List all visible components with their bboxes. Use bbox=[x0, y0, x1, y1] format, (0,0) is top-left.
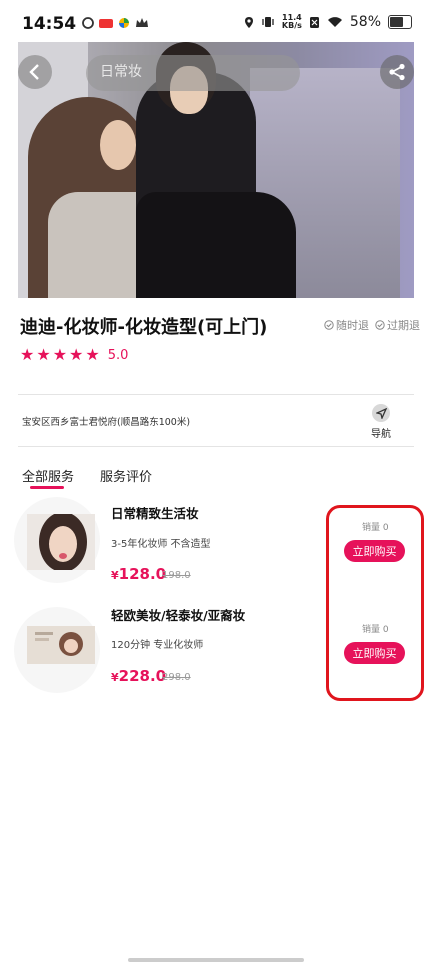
star-icon: ★ bbox=[69, 345, 84, 364]
product-image bbox=[27, 514, 95, 570]
share-button[interactable] bbox=[380, 55, 414, 89]
red-badge-icon bbox=[99, 18, 113, 28]
product-price: ¥128.0 bbox=[111, 565, 167, 583]
highlight-box bbox=[326, 505, 424, 701]
search-bar[interactable] bbox=[86, 55, 300, 91]
shop-title: 迪迪-化妆师-化妆造型(可上门) bbox=[20, 317, 268, 338]
rating: ★ ★ ★ ★ ★ 5.0 bbox=[20, 347, 128, 363]
battery-icon bbox=[388, 15, 412, 29]
home-indicator[interactable] bbox=[128, 958, 304, 962]
share-icon bbox=[389, 63, 405, 81]
back-button[interactable] bbox=[18, 55, 52, 89]
star-icon: ★ bbox=[20, 345, 35, 364]
tab-all-services[interactable]: 全部服务 bbox=[22, 466, 74, 489]
chevron-left-icon bbox=[29, 64, 39, 80]
product-name: 日常精致生活妆 bbox=[111, 506, 199, 521]
shop-address: 宝安区西乡富士君悦府(顺昌路东100米) bbox=[22, 417, 191, 428]
vibrate-icon bbox=[262, 17, 274, 27]
notification-icons bbox=[82, 17, 149, 29]
sim-off-icon bbox=[309, 16, 319, 28]
battery-percent: 58% bbox=[349, 14, 381, 30]
status-right: 11.4 KB/s 58% bbox=[244, 14, 412, 30]
guarantee-anytime-refund: 随时退 bbox=[324, 317, 369, 333]
product-description: 120分钟 专业化妆师 bbox=[111, 640, 204, 651]
rating-score: 5.0 bbox=[107, 347, 129, 363]
location-icon bbox=[244, 16, 253, 28]
check-circle-icon bbox=[375, 320, 385, 330]
product-original-price: 198.0 bbox=[162, 570, 191, 581]
star-icon: ★ bbox=[85, 345, 100, 364]
network-speed: 11.4 KB/s bbox=[281, 13, 302, 30]
product-name: 轻欧美妆/轻泰妆/亚裔妆 bbox=[111, 608, 246, 623]
product-price: ¥228.0 bbox=[111, 667, 167, 685]
star-icon: ★ bbox=[36, 345, 51, 364]
app-notification-icon bbox=[82, 17, 94, 29]
product-description: 3-5年化妆师 不含造型 bbox=[111, 539, 211, 550]
navigate-arrow-icon bbox=[372, 404, 390, 422]
crown-icon bbox=[136, 18, 148, 27]
wifi-icon bbox=[327, 17, 342, 27]
tab-reviews[interactable]: 服务评价 bbox=[100, 466, 152, 485]
tab-bar: 全部服务 服务评价 bbox=[22, 466, 152, 489]
guarantee-tags: 随时退 过期退 bbox=[324, 317, 420, 333]
check-circle-icon bbox=[324, 320, 334, 330]
search-input[interactable] bbox=[98, 63, 282, 81]
navigation-button[interactable]: 导航 bbox=[366, 404, 396, 440]
divider bbox=[18, 446, 414, 447]
divider bbox=[18, 394, 414, 395]
product-image bbox=[27, 626, 95, 664]
color-wheel-icon bbox=[119, 18, 129, 28]
guarantee-expired-refund: 过期退 bbox=[375, 317, 420, 333]
product-original-price: 298.0 bbox=[162, 672, 191, 683]
star-icon: ★ bbox=[52, 345, 68, 364]
status-time: 14:54 bbox=[22, 14, 77, 34]
